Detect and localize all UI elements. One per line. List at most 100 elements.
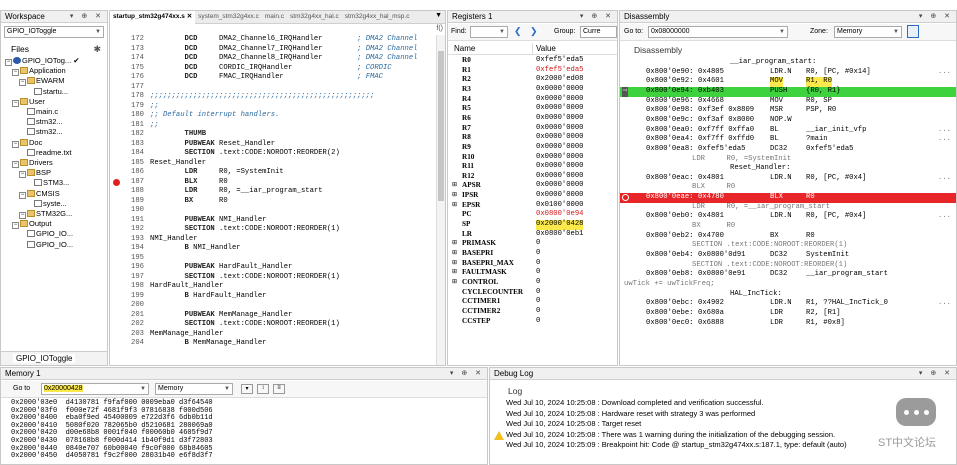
ascii-icon[interactable]: ≡ bbox=[273, 384, 285, 394]
register-row[interactable]: R3 0x0000'0000 bbox=[448, 85, 617, 95]
editor-tab[interactable]: startup_stm32g474xx.s ✕ bbox=[110, 11, 196, 24]
zone-select[interactable]: Memory ▼ bbox=[834, 26, 902, 38]
editor-tab[interactable]: system_stm32g4xx.c bbox=[195, 11, 262, 24]
register-value[interactable]: 0xfef5'eda5 bbox=[536, 56, 583, 66]
disasm-row[interactable]: 0x800'0ec0: 0x6888 LDR R1, #0x8] bbox=[620, 319, 956, 329]
tab-overflow-icon[interactable]: ▼ bbox=[435, 12, 442, 19]
expand-toggle-icon[interactable] bbox=[26, 199, 33, 206]
register-row[interactable]: CCTIMER1 0 bbox=[448, 297, 617, 307]
expand-toggle-icon[interactable]: − bbox=[12, 99, 19, 107]
code-editor[interactable]: 172 DCD DMA2_Channel6_IRQHandler ; DMA2 … bbox=[110, 35, 435, 365]
disasm-row[interactable]: __iar_program_start: bbox=[620, 58, 956, 68]
disasm-row[interactable]: 0x800'0ebe: 0x680a LDR R2, [R1] bbox=[620, 309, 956, 319]
register-value[interactable]: 0x0800'0e94 bbox=[536, 210, 583, 220]
editor-scrollbar[interactable] bbox=[436, 35, 445, 365]
register-value[interactable]: 0x0000'0000 bbox=[536, 104, 583, 114]
register-row[interactable]: ⊞ FAULTMASK 0 bbox=[448, 268, 617, 278]
disasm-row[interactable]: 0x800'0eae: 0x4780 BLX R0 bbox=[620, 193, 956, 203]
editor-tab[interactable]: stm32g4xx_hal.c bbox=[287, 11, 342, 24]
register-row[interactable]: R6 0x0000'0000 bbox=[448, 114, 617, 124]
register-value[interactable]: 0x0000'0000 bbox=[536, 133, 583, 143]
col-divider[interactable] bbox=[532, 43, 533, 54]
expand-plus-icon[interactable]: ⊞ bbox=[452, 268, 457, 278]
project-selector[interactable]: GPIO_IOToggle ▼ bbox=[4, 26, 104, 38]
register-row[interactable]: R10 0x0000'0000 bbox=[448, 153, 617, 163]
breakpoint-icon[interactable] bbox=[622, 194, 629, 202]
disasm-row[interactable]: uwTick += uwTickFreq; bbox=[620, 280, 956, 290]
register-row[interactable]: R11 0x0000'0000 bbox=[448, 162, 617, 172]
unit-size-icon[interactable]: ↕ bbox=[257, 384, 269, 394]
expand-plus-icon[interactable]: ⊞ bbox=[452, 239, 457, 249]
expand-toggle-icon[interactable] bbox=[19, 127, 26, 134]
expand-toggle-icon[interactable]: − bbox=[5, 59, 12, 66]
register-value[interactable]: 0x2000'0428 bbox=[536, 220, 584, 230]
register-value[interactable]: 0xfef5'eda5 bbox=[536, 66, 583, 76]
expand-plus-icon[interactable]: ⊞ bbox=[452, 191, 457, 201]
disasm-row[interactable]: 0x800'0ea4: 0xf7ff 0xffd0 BL ?main... bbox=[620, 135, 956, 145]
options-dropdown-icon[interactable]: ▾ bbox=[241, 384, 253, 394]
memory-row[interactable]: 0x2000'0450 d4050781 f9c2f000 28031b40 e… bbox=[11, 453, 213, 461]
register-value[interactable]: 0x0000'0000 bbox=[536, 181, 583, 191]
register-row[interactable]: R1 0xfef5'eda5 bbox=[448, 66, 617, 76]
memory-goto-input[interactable]: 0x20000428 ▼ bbox=[41, 383, 149, 395]
disasm-row[interactable]: 0x800'0eb2: 0x4700 BX R0 bbox=[620, 232, 956, 242]
register-value[interactable]: 0x0000'0000 bbox=[536, 191, 583, 201]
register-value[interactable]: 0x0000'0000 bbox=[536, 85, 583, 95]
disasm-row[interactable]: LDR R0, =SystemInit bbox=[620, 155, 956, 165]
register-row[interactable]: PC 0x0800'0e94 bbox=[448, 210, 617, 220]
register-row[interactable]: R12 0x0000'0000 bbox=[448, 172, 617, 182]
expand-toggle-icon[interactable] bbox=[19, 229, 26, 236]
next-arrow-icon[interactable]: ❯ bbox=[530, 26, 538, 37]
register-row[interactable]: R9 0x0000'0000 bbox=[448, 143, 617, 153]
register-row[interactable]: R7 0x0000'0000 bbox=[448, 124, 617, 134]
expand-toggle-icon[interactable] bbox=[19, 107, 26, 114]
register-row[interactable]: CYCLECOUNTER 0 bbox=[448, 288, 617, 298]
pane-controls[interactable]: ▾ ⊕ ✕ bbox=[919, 11, 953, 22]
disasm-row[interactable]: LDR R0, =__iar_program_start bbox=[620, 203, 956, 213]
register-row[interactable]: R4 0x0000'0000 bbox=[448, 95, 617, 105]
expand-toggle-icon[interactable]: − bbox=[19, 191, 26, 199]
register-value[interactable]: 0 bbox=[536, 307, 540, 317]
register-row[interactable]: LR 0x0800'0eb1 bbox=[448, 230, 617, 240]
gear-icon[interactable]: ✱ bbox=[93, 44, 101, 55]
disasm-row[interactable]: 0x800'0ebc: 0x4902 LDR.N R1, ??HAL_IncTick_… bbox=[620, 299, 956, 309]
expand-toggle-icon[interactable]: − bbox=[12, 161, 19, 168]
register-row[interactable]: ⊞ CONTROL 0 bbox=[448, 278, 617, 288]
register-row[interactable]: ⊞ EPSR 0x0100'0000 bbox=[448, 201, 617, 211]
register-value[interactable]: 0x0100'0000 bbox=[536, 201, 583, 211]
pane-controls[interactable]: ▾ ⊕ ✕ bbox=[450, 368, 484, 379]
function-nav-icon[interactable]: f() bbox=[436, 25, 443, 32]
close-icon[interactable]: ✕ bbox=[185, 13, 192, 20]
expand-toggle-icon[interactable]: − bbox=[12, 69, 19, 77]
register-value[interactable]: 0x0000'0000 bbox=[536, 153, 583, 163]
register-row[interactable]: ⊞ BASEPRI_MAX 0 bbox=[448, 259, 617, 269]
expand-toggle-icon[interactable]: − bbox=[19, 171, 26, 179]
register-value[interactable]: 0x0000'0000 bbox=[536, 162, 583, 172]
expand-toggle-icon[interactable] bbox=[26, 87, 33, 94]
register-value[interactable]: 0 bbox=[536, 259, 540, 269]
tree-item[interactable]: GPIO_IO... bbox=[19, 239, 73, 250]
group-select[interactable]: Curre bbox=[580, 26, 617, 38]
expand-plus-icon[interactable]: ⊞ bbox=[452, 249, 457, 259]
register-value[interactable]: 0 bbox=[536, 239, 540, 249]
disasm-row[interactable]: 0x800'0eb0: 0x4801 LDR.N R0, [PC, #0x4]... bbox=[620, 212, 956, 222]
expand-plus-icon[interactable]: ⊞ bbox=[452, 201, 457, 211]
disasm-row[interactable]: 0x800'0e90: 0x4805 LDR.N R0, [PC, #0x14]... bbox=[620, 68, 956, 78]
disasm-row[interactable]: Reset_Handler: bbox=[620, 164, 956, 174]
disasm-row[interactable]: 0x800'0e92: 0x4601 MOV R1, R0 bbox=[620, 77, 956, 87]
register-row[interactable]: R2 0x2000'ed08 bbox=[448, 75, 617, 85]
pane-controls[interactable]: ▾ ⊕ ✕ bbox=[70, 11, 104, 22]
disasm-row[interactable]: BX R0 bbox=[620, 222, 956, 232]
register-value[interactable]: 0 bbox=[536, 278, 540, 288]
disasm-row[interactable]: 0x800'0eb4: 0x0800'0d91 DC32 SystemInit bbox=[620, 251, 956, 261]
expand-toggle-icon[interactable] bbox=[19, 117, 26, 124]
register-value[interactable]: 0x2000'ed08 bbox=[536, 75, 583, 85]
register-value[interactable]: 0x0800'0eb1 bbox=[536, 230, 583, 240]
register-value[interactable]: 0 bbox=[536, 317, 540, 327]
register-row[interactable]: CCSTEP 0 bbox=[448, 317, 617, 327]
register-value[interactable]: 0 bbox=[536, 297, 540, 307]
scrollbar-thumb[interactable] bbox=[438, 51, 444, 201]
expand-toggle-icon[interactable] bbox=[26, 178, 33, 185]
register-row[interactable]: ⊞ APSR 0x0000'0000 bbox=[448, 181, 617, 191]
disasm-row[interactable]: 0x800'0eb8: 0x0800'0e91 DC32 __iar_program_… bbox=[620, 270, 956, 280]
